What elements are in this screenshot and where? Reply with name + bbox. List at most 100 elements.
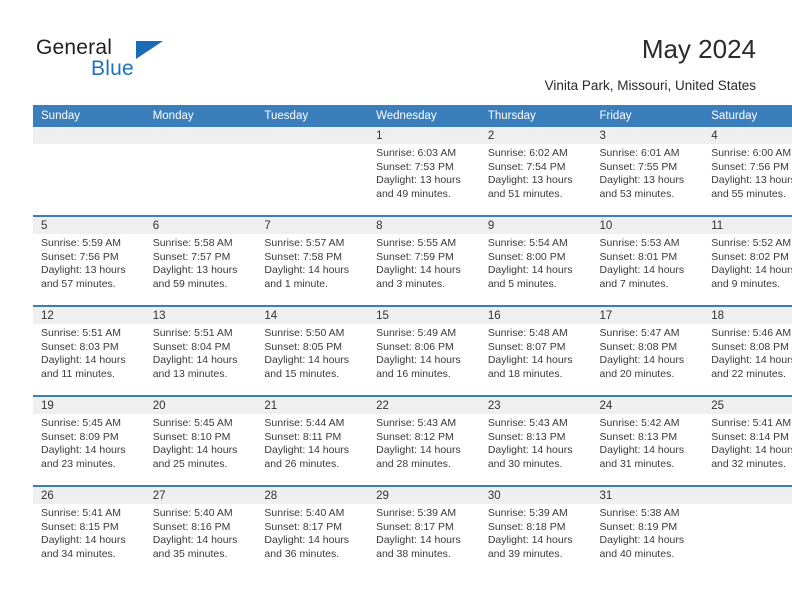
weekday-header-tuesday: Tuesday	[256, 105, 369, 127]
day-cell-inner: 22 Sunrise: 5:43 AM Sunset: 8:12 PM Dayligh…	[368, 397, 480, 485]
daylight-text-line1: Daylight: 13 hours	[711, 174, 792, 187]
day-number: 1	[368, 127, 480, 144]
daylight-text-line1: Daylight: 14 hours	[599, 534, 685, 547]
calendar-day-cell[interactable]: 28 Sunrise: 5:40 AM Sunset: 8:17 PM Dayligh…	[256, 485, 369, 575]
day-cell-inner: 1 Sunrise: 6:03 AM Sunset: 7:53 PM Daylight…	[368, 127, 480, 215]
calendar-day-cell[interactable]: 26 Sunrise: 5:41 AM Sunset: 8:15 PM Dayligh…	[33, 485, 145, 575]
calendar-day-cell[interactable]: 14 Sunrise: 5:50 AM Sunset: 8:05 PM Dayligh…	[256, 305, 369, 396]
calendar-day-cell[interactable]: 31 Sunrise: 5:38 AM Sunset: 8:19 PM Dayligh…	[591, 485, 704, 575]
day-cell-inner: 12 Sunrise: 5:51 AM Sunset: 8:03 PM Dayligh…	[33, 307, 145, 395]
daylight-text-line1: Daylight: 14 hours	[711, 444, 792, 457]
calendar-day-cell[interactable]: 23 Sunrise: 5:43 AM Sunset: 8:13 PM Dayligh…	[479, 395, 592, 486]
calendar-day-cell[interactable]: 8 Sunrise: 5:55 AM Sunset: 7:59 PM Daylight…	[368, 215, 480, 306]
daylight-text-line1: Daylight: 14 hours	[599, 264, 685, 277]
day-number: 27	[144, 487, 257, 504]
calendar-day-cell[interactable]: 1 Sunrise: 6:03 AM Sunset: 7:53 PM Daylight…	[368, 127, 480, 216]
daylight-text-line2: and 23 minutes.	[41, 457, 116, 470]
day-cell-inner: 31 Sunrise: 5:38 AM Sunset: 8:19 PM Dayligh…	[591, 487, 704, 575]
day-cell-inner: 29 Sunrise: 5:39 AM Sunset: 8:17 PM Dayligh…	[368, 487, 480, 575]
day-number: 5	[33, 217, 145, 234]
daylight-text-line2: and 26 minutes.	[264, 457, 340, 470]
day-cell-details: Sunrise: 5:45 AM Sunset: 8:09 PM Daylight:…	[33, 414, 145, 471]
day-cell-inner: 26 Sunrise: 5:41 AM Sunset: 8:15 PM Dayligh…	[33, 487, 145, 575]
day-cell-details: Sunrise: 5:49 AM Sunset: 8:06 PM Daylight:…	[368, 324, 480, 381]
calendar-day-cell[interactable]: 18 Sunrise: 5:46 AM Sunset: 8:08 PM Dayligh…	[703, 305, 792, 396]
daylight-text-line2: and 18 minutes.	[487, 367, 563, 380]
day-number: 28	[256, 487, 369, 504]
calendar-page: General Blue May 2024 Vinita Park, Misso…	[0, 0, 792, 612]
daylight-text-line1: Daylight: 14 hours	[487, 354, 573, 367]
daylight-text-line2: and 40 minutes.	[599, 547, 675, 560]
calendar-day-cell[interactable]: 16 Sunrise: 5:48 AM Sunset: 8:07 PM Dayligh…	[479, 305, 592, 396]
daylight-text-line1: Daylight: 14 hours	[41, 444, 126, 457]
daylight-text-line2: and 7 minutes.	[599, 277, 669, 290]
sunset-text: Sunset: 8:13 PM	[599, 430, 678, 443]
sunset-text: Sunset: 8:09 PM	[41, 430, 119, 443]
day-cell-inner: 24 Sunrise: 5:42 AM Sunset: 8:13 PM Dayligh…	[591, 397, 704, 485]
calendar-day-cell[interactable]: 12 Sunrise: 5:51 AM Sunset: 8:03 PM Dayligh…	[33, 305, 145, 396]
day-cell-inner: 11 Sunrise: 5:52 AM Sunset: 8:02 PM Dayligh…	[703, 217, 792, 305]
day-cell-details	[703, 504, 792, 507]
day-cell-inner	[33, 127, 145, 215]
calendar-day-cell[interactable]: 20 Sunrise: 5:45 AM Sunset: 8:10 PM Dayligh…	[144, 395, 257, 486]
calendar-day-cell[interactable]: 22 Sunrise: 5:43 AM Sunset: 8:12 PM Dayligh…	[368, 395, 480, 486]
day-number	[703, 487, 792, 504]
calendar-day-cell[interactable]: 4 Sunrise: 6:00 AM Sunset: 7:56 PM Daylight…	[703, 127, 792, 216]
daylight-text-line1: Daylight: 14 hours	[487, 444, 573, 457]
calendar-day-cell[interactable]: 29 Sunrise: 5:39 AM Sunset: 8:17 PM Dayligh…	[368, 485, 480, 575]
calendar-day-cell[interactable]: 7 Sunrise: 5:57 AM Sunset: 7:58 PM Daylight…	[256, 215, 369, 306]
calendar-day-cell[interactable]: 9 Sunrise: 5:54 AM Sunset: 8:00 PM Daylight…	[479, 215, 592, 306]
day-cell-details: Sunrise: 6:01 AM Sunset: 7:55 PM Daylight:…	[592, 144, 704, 201]
day-cell-details	[145, 144, 257, 147]
daylight-text-line2: and 49 minutes.	[376, 187, 451, 200]
sunset-text: Sunset: 8:12 PM	[376, 430, 454, 443]
day-number: 20	[144, 397, 257, 414]
sunset-text: Sunset: 8:11 PM	[264, 430, 342, 443]
calendar-day-cell[interactable]: 15 Sunrise: 5:49 AM Sunset: 8:06 PM Dayligh…	[368, 305, 480, 396]
calendar-day-cell	[144, 127, 257, 216]
sunset-text: Sunset: 8:03 PM	[41, 340, 119, 353]
daylight-text-line1: Daylight: 13 hours	[152, 264, 238, 277]
day-number: 16	[479, 307, 592, 324]
calendar-day-cell[interactable]: 5 Sunrise: 5:59 AM Sunset: 7:56 PM Daylight…	[33, 215, 145, 306]
calendar-day-cell[interactable]: 3 Sunrise: 6:01 AM Sunset: 7:55 PM Daylight…	[591, 127, 704, 216]
day-cell-details: Sunrise: 6:03 AM Sunset: 7:53 PM Daylight:…	[368, 144, 480, 201]
calendar-day-cell[interactable]: 2 Sunrise: 6:02 AM Sunset: 7:54 PM Daylight…	[479, 127, 592, 216]
daylight-text-line1: Daylight: 14 hours	[152, 444, 238, 457]
daylight-text-line1: Daylight: 14 hours	[376, 264, 461, 277]
day-cell-inner: 23 Sunrise: 5:43 AM Sunset: 8:13 PM Dayligh…	[479, 397, 592, 485]
daylight-text-line2: and 9 minutes.	[711, 277, 781, 290]
day-cell-inner	[144, 127, 257, 215]
daylight-text-line1: Daylight: 14 hours	[264, 354, 350, 367]
calendar-day-cell[interactable]: 27 Sunrise: 5:40 AM Sunset: 8:16 PM Dayligh…	[144, 485, 257, 575]
sunrise-text: Sunrise: 5:59 AM	[41, 237, 121, 249]
calendar-day-cell[interactable]: 21 Sunrise: 5:44 AM Sunset: 8:11 PM Dayligh…	[256, 395, 369, 486]
page-title: May 2024	[641, 34, 756, 64]
day-cell-inner: 25 Sunrise: 5:41 AM Sunset: 8:14 PM Dayligh…	[703, 397, 792, 485]
daylight-text-line1: Daylight: 14 hours	[376, 534, 461, 547]
calendar-day-cell[interactable]: 30 Sunrise: 5:39 AM Sunset: 8:18 PM Dayligh…	[479, 485, 592, 575]
day-number: 24	[591, 397, 704, 414]
sunset-text: Sunset: 8:08 PM	[599, 340, 678, 353]
calendar-day-cell[interactable]: 19 Sunrise: 5:45 AM Sunset: 8:09 PM Dayligh…	[33, 395, 145, 486]
day-cell-inner	[703, 487, 792, 575]
calendar-day-cell[interactable]: 11 Sunrise: 5:52 AM Sunset: 8:02 PM Dayligh…	[703, 215, 792, 306]
calendar-body: 1 Sunrise: 6:03 AM Sunset: 7:53 PM Daylight…	[33, 127, 792, 575]
calendar-day-cell[interactable]: 24 Sunrise: 5:42 AM Sunset: 8:13 PM Dayligh…	[591, 395, 704, 486]
calendar-day-cell[interactable]: 13 Sunrise: 5:51 AM Sunset: 8:04 PM Dayligh…	[144, 305, 257, 396]
calendar-day-cell[interactable]: 6 Sunrise: 5:58 AM Sunset: 7:57 PM Daylight…	[144, 215, 257, 306]
calendar-table: Sunday Monday Tuesday Wednesday Thursday…	[33, 105, 792, 575]
calendar-day-cell[interactable]: 25 Sunrise: 5:41 AM Sunset: 8:14 PM Dayligh…	[703, 395, 792, 486]
calendar-day-cell[interactable]: 17 Sunrise: 5:47 AM Sunset: 8:08 PM Dayligh…	[591, 305, 704, 396]
day-cell-details: Sunrise: 5:47 AM Sunset: 8:08 PM Daylight:…	[592, 324, 704, 381]
general-blue-logo[interactable]: General Blue	[36, 36, 186, 84]
calendar-day-cell[interactable]: 10 Sunrise: 5:53 AM Sunset: 8:01 PM Dayligh…	[591, 215, 704, 306]
daylight-text-line1: Daylight: 14 hours	[376, 354, 461, 367]
daylight-text-line2: and 38 minutes.	[376, 547, 451, 560]
daylight-text-line2: and 32 minutes.	[711, 457, 786, 470]
sunrise-text: Sunrise: 5:49 AM	[376, 327, 457, 339]
sunrise-text: Sunrise: 5:51 AM	[152, 327, 233, 339]
weekday-header-thursday: Thursday	[479, 105, 592, 127]
calendar-day-cell	[256, 127, 369, 216]
calendar-head: Sunday Monday Tuesday Wednesday Thursday…	[33, 105, 792, 127]
